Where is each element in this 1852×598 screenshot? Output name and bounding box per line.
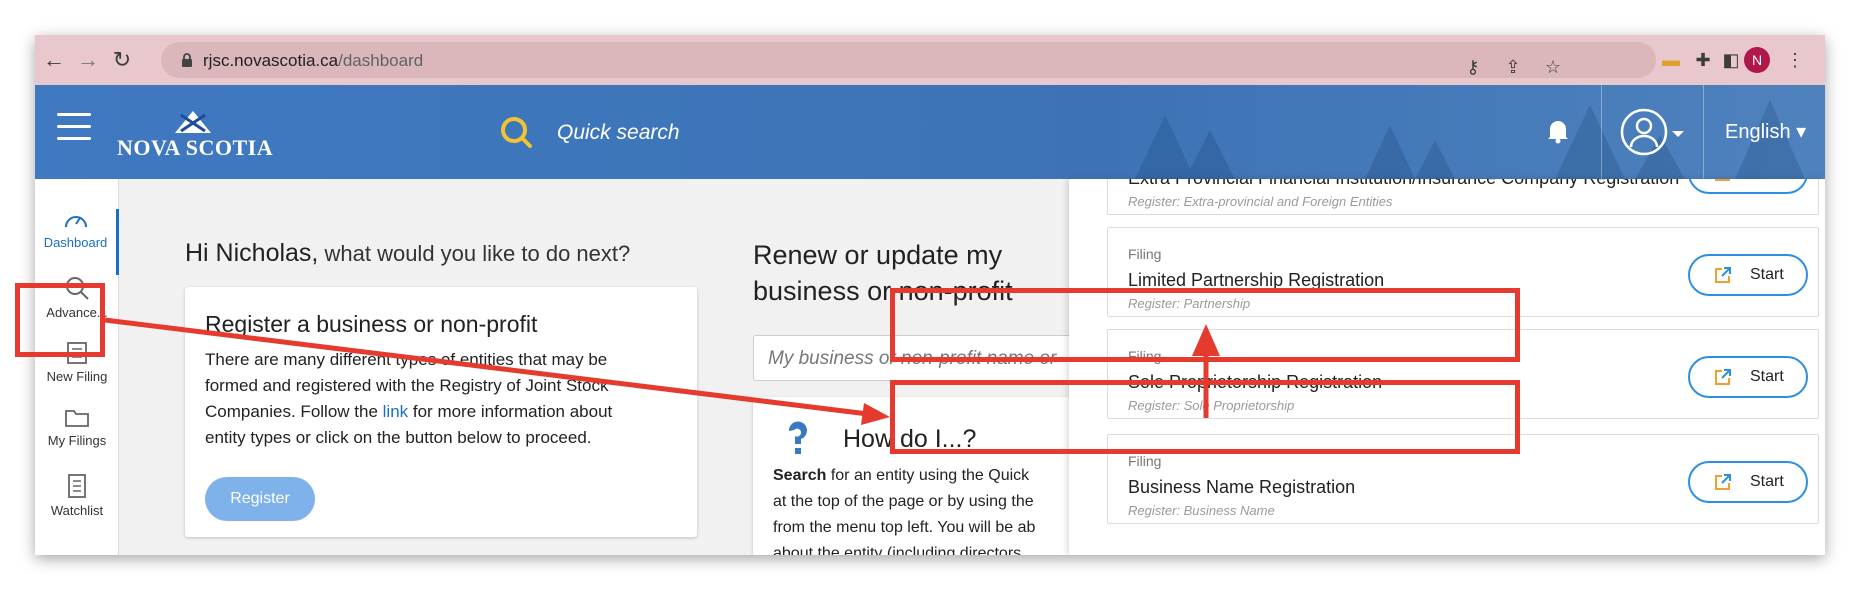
arrowhead-icon: [861, 403, 890, 425]
arrow-to-business-name: [104, 317, 869, 417]
annotation-arrows: [104, 317, 1220, 425]
arrowhead-icon: [1192, 324, 1220, 356]
